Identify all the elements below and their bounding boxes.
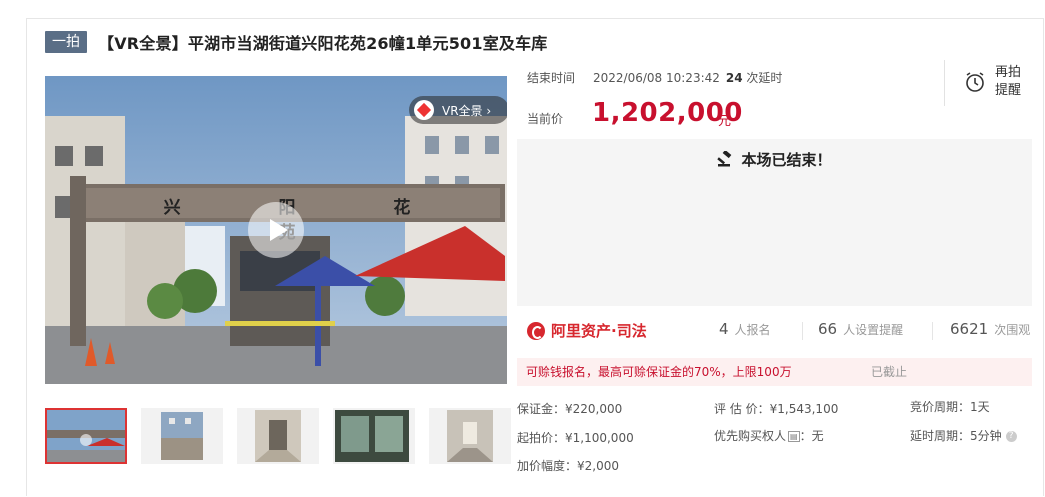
notice-text: 可赊钱报名，最高可赊保证金的70%，上限100万 [526,365,792,379]
auction-round-badge: 一拍 [45,31,87,53]
view-count: 6621 [950,320,989,338]
notice-status: 已截止 [871,365,908,379]
vr-logo-icon [414,100,434,120]
auction-ended-banner: 本场已结束！ [517,139,1032,179]
stat-divider [932,322,933,340]
vr-label: VR全景 › [442,103,492,118]
thumbnail-4[interactable] [333,408,415,464]
play-video-button[interactable] [248,202,304,258]
info-icon[interactable]: ▤ [788,431,800,442]
thumbnail-window-image [335,410,409,462]
signup-count: 4 [719,320,729,338]
ali-assets-logo-icon [527,321,545,340]
rebid-reminder-button[interactable]: 再拍提醒 [944,60,1045,106]
thumbnail-corridor-image [255,410,301,462]
end-time-value: 2022/06/08 10:23:42 [593,71,720,85]
priority-buyer-value: ：无 [799,429,824,443]
help-icon[interactable]: ? [1005,431,1017,442]
priority-buyer-label: 优先购买权人 [714,429,787,443]
start-price: 起拍价：¥1,100,000 [517,431,634,445]
view-label: 次围观 [994,323,1031,337]
end-time-row: 结束时间 2022/06/08 10:23:42 24 次延时 [527,69,782,86]
delay-period: 延时周期：5分钟? [910,427,1017,444]
appraisal-price: 评 估 价：¥1,543,100 [714,402,839,416]
price-unit: 元 [718,114,732,129]
priority-buyer: 优先购买权人 ▤ ：无 [714,427,824,444]
reminder-label: 人设置提醒 [843,323,904,337]
signup-label: 人报名 [734,323,771,337]
main-photo[interactable]: 兴 阳 花 苑 VR全景 › [45,76,507,384]
delay-suffix: 次延时 [746,71,783,85]
thumbnail-room-image [447,410,493,462]
end-time-label: 结束时间 [527,71,576,85]
thumbnail-5[interactable] [429,408,511,464]
vr-panorama-button[interactable]: VR全景 › [409,96,507,124]
rebid-reminder-label: 再拍提醒 [995,65,1022,98]
delay-count: 24 [725,71,743,85]
brand-label: 阿里资产·司法 [551,322,647,340]
current-price-label: 当前价 [527,112,564,126]
deposit: 保证金：¥220,000 [517,402,623,416]
thumbnail-3[interactable] [237,408,319,464]
status-panel [517,179,1032,306]
title-row: 一拍 【VR全景】平湖市当湖街道兴阳花苑26幢1单元501室及车库 [45,30,548,54]
signup-stat: 4 人报名 [719,320,771,338]
thumbnail-1[interactable] [45,408,127,464]
thumbnail-gate-image [47,410,125,462]
bid-period: 竞价周期：1天 [910,400,990,414]
stat-divider [802,322,803,340]
view-stat: 6621 次围观 [950,320,1030,338]
delay-period-text: 延时周期：5分钟 [910,429,1002,443]
bid-increment: 加价幅度：¥2,000 [517,459,619,473]
stats-row: 阿里资产·司法 4 人报名 66 人设置提醒 6621 次围观 [517,316,1032,346]
gavel-icon [717,151,732,167]
page-title[interactable]: 【VR全景】平湖市当湖街道兴阳花苑26幢1单元501室及车库 [98,30,548,54]
alarm-clock-icon [966,72,984,92]
auction-ended-text: 本场已结束！ [741,150,832,169]
gate-sign-text: 兴 阳 花 苑 [163,198,457,243]
thumbnail-strip [45,408,525,464]
reminder-stat: 66 人设置提醒 [818,320,903,338]
thumbnail-2[interactable] [141,408,223,464]
credit-signup-notice: 可赊钱报名，最高可赊保证金的70%，上限100万 已截止 [517,358,1032,386]
thumbnail-building-image [161,412,203,460]
reminder-count: 66 [818,320,838,338]
ali-assets-brand[interactable]: 阿里资产·司法 [527,320,647,341]
